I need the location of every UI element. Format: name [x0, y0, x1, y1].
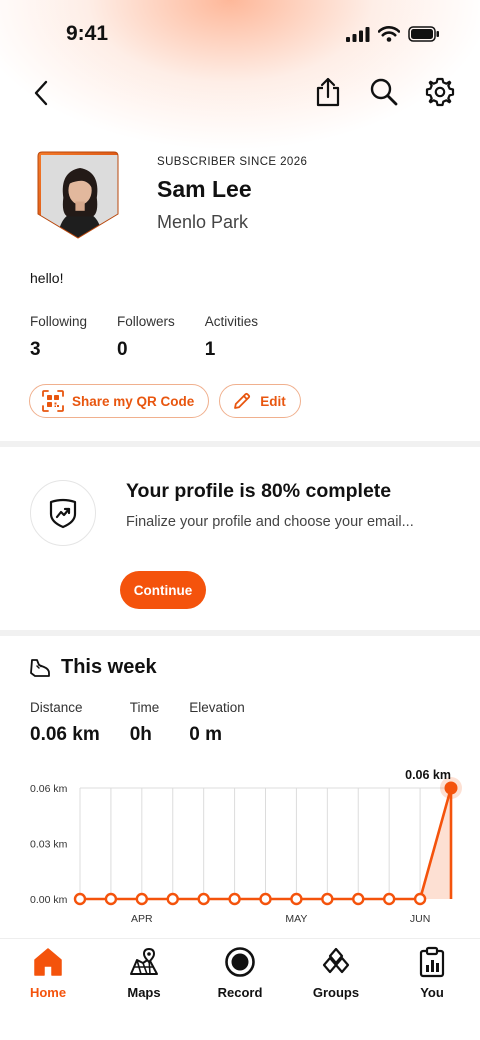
- section-divider: [0, 441, 480, 447]
- profile-stats: Following 3 Followers 0 Activities 1: [30, 314, 288, 361]
- stat-value: 0: [117, 339, 128, 360]
- chart-peak-label: 0.06 km: [405, 768, 451, 782]
- stat-label: Following: [30, 314, 88, 329]
- nav-label: Groups: [312, 985, 360, 1000]
- profile-completion-card: Your profile is 80% complete Finalize yo…: [0, 450, 480, 630]
- stat-activities[interactable]: Activities 1: [205, 314, 258, 361]
- search-button[interactable]: [368, 76, 400, 108]
- you-icon: [419, 946, 445, 978]
- nav-home[interactable]: Home: [0, 945, 96, 1000]
- profile-completion-title: Your profile is 80% complete: [126, 480, 392, 502]
- nav-groups[interactable]: Groups: [288, 945, 384, 1000]
- shoe-icon: [30, 658, 50, 677]
- nav-label: You: [420, 985, 444, 1000]
- top-bar: [0, 72, 480, 116]
- record-icon: [225, 947, 255, 977]
- map-icon: [130, 947, 158, 975]
- weekly-distance-chart[interactable]: 0.06 km 0.03 km 0.00 km APR MAY JUN 0.06 km: [0, 760, 480, 932]
- profile-actions: Share my QR Code Edit: [29, 384, 301, 418]
- stat-followers[interactable]: Followers 0: [117, 314, 175, 361]
- settings-button[interactable]: [424, 76, 456, 108]
- continue-button[interactable]: Continue: [120, 571, 206, 609]
- chart-y-tick-label: 0.06 km: [30, 783, 68, 795]
- bottom-nav: Home Maps Record Groups You: [0, 938, 480, 1040]
- stat-label: Activities: [204, 314, 259, 329]
- chart-point: [413, 892, 427, 906]
- nav-maps[interactable]: Maps: [96, 945, 192, 1000]
- stat-label: Followers: [117, 314, 175, 329]
- share-qr-label: Share my QR Code: [72, 393, 195, 409]
- chart-point: [290, 892, 303, 906]
- qr-code-icon: [42, 390, 64, 412]
- signal-icon: [346, 27, 370, 42]
- chart-x-tick-label: JUN: [410, 913, 430, 925]
- this-week-title: This week: [61, 656, 157, 678]
- wifi-icon: [378, 26, 400, 42]
- week-stat-label: Distance: [30, 700, 83, 715]
- avatar-badge: [37, 151, 119, 239]
- avatar[interactable]: [36, 150, 120, 240]
- profile-info: SUBSCRIBER SINCE 2026 Sam Lee Menlo Park: [157, 156, 307, 233]
- chart-point: [259, 892, 272, 906]
- week-stat-elevation: Elevation 0 m: [189, 700, 245, 746]
- chart-point: [104, 892, 118, 906]
- profile-location: Menlo Park: [157, 212, 249, 232]
- groups-icon: [322, 947, 350, 974]
- back-button[interactable]: [26, 78, 56, 108]
- pencil-icon: [234, 392, 251, 409]
- chevron-left-icon: [34, 80, 48, 106]
- chart-y-tick-label: 0.03 km: [30, 839, 68, 851]
- chart-point: [228, 892, 241, 906]
- battery-icon: [408, 26, 439, 42]
- chart-x-tick-label: MAY: [285, 913, 307, 925]
- chart-x-tick-label: APR: [131, 913, 153, 925]
- status-bar: 9:41: [0, 0, 480, 70]
- week-stat-label: Time: [129, 700, 160, 715]
- shield-trend-icon: [49, 498, 77, 529]
- chart-point: [166, 892, 179, 906]
- profile-completion-description: Finalize your profile and choose your em…: [126, 514, 414, 530]
- week-stat-value: 0 m: [189, 724, 222, 745]
- chart-point: [444, 781, 458, 795]
- chart-y-tick-label: 0.00 km: [30, 894, 68, 906]
- chart-point: [197, 892, 210, 906]
- profile-progress-badge: [30, 480, 96, 546]
- stat-value: 1: [204, 339, 216, 360]
- this-week-stats: Distance 0.06 km Time 0h Elevation 0 m: [30, 700, 275, 746]
- nav-label: Home: [29, 985, 67, 1000]
- week-stat-value: 0h: [129, 724, 152, 745]
- chart-point: [135, 892, 149, 906]
- nav-label: Record: [217, 985, 263, 1000]
- gear-icon: [425, 77, 455, 107]
- nav-record[interactable]: Record: [192, 945, 288, 1000]
- stat-following[interactable]: Following 3: [30, 314, 87, 361]
- profile-name: Sam Lee: [157, 176, 252, 202]
- week-stat-time: Time 0h: [130, 700, 160, 746]
- status-time: 9:41: [66, 22, 109, 45]
- edit-button[interactable]: Edit: [219, 384, 301, 418]
- this-week-header: This week: [29, 656, 157, 679]
- share-icon: [316, 77, 340, 107]
- top-actions: [312, 76, 456, 108]
- edit-label: Edit: [260, 393, 286, 409]
- week-stat-value: 0.06 km: [30, 724, 100, 745]
- nav-you[interactable]: You: [384, 945, 480, 1000]
- status-icons: [346, 26, 440, 42]
- subscriber-since: SUBSCRIBER SINCE 2026: [157, 156, 308, 168]
- profile-bio: hello!: [30, 270, 64, 286]
- chart-point: [321, 892, 334, 906]
- chart-point: [352, 892, 365, 906]
- search-icon: [370, 78, 398, 106]
- home-icon: [34, 948, 62, 976]
- share-button[interactable]: [312, 76, 344, 108]
- stat-value: 3: [30, 339, 41, 360]
- chart-point: [382, 892, 396, 906]
- chart-point: [73, 892, 87, 906]
- week-stat-label: Elevation: [189, 700, 245, 715]
- week-stat-distance: Distance 0.06 km: [30, 700, 100, 746]
- nav-label: Maps: [127, 985, 161, 1000]
- share-qr-button[interactable]: Share my QR Code: [29, 384, 210, 418]
